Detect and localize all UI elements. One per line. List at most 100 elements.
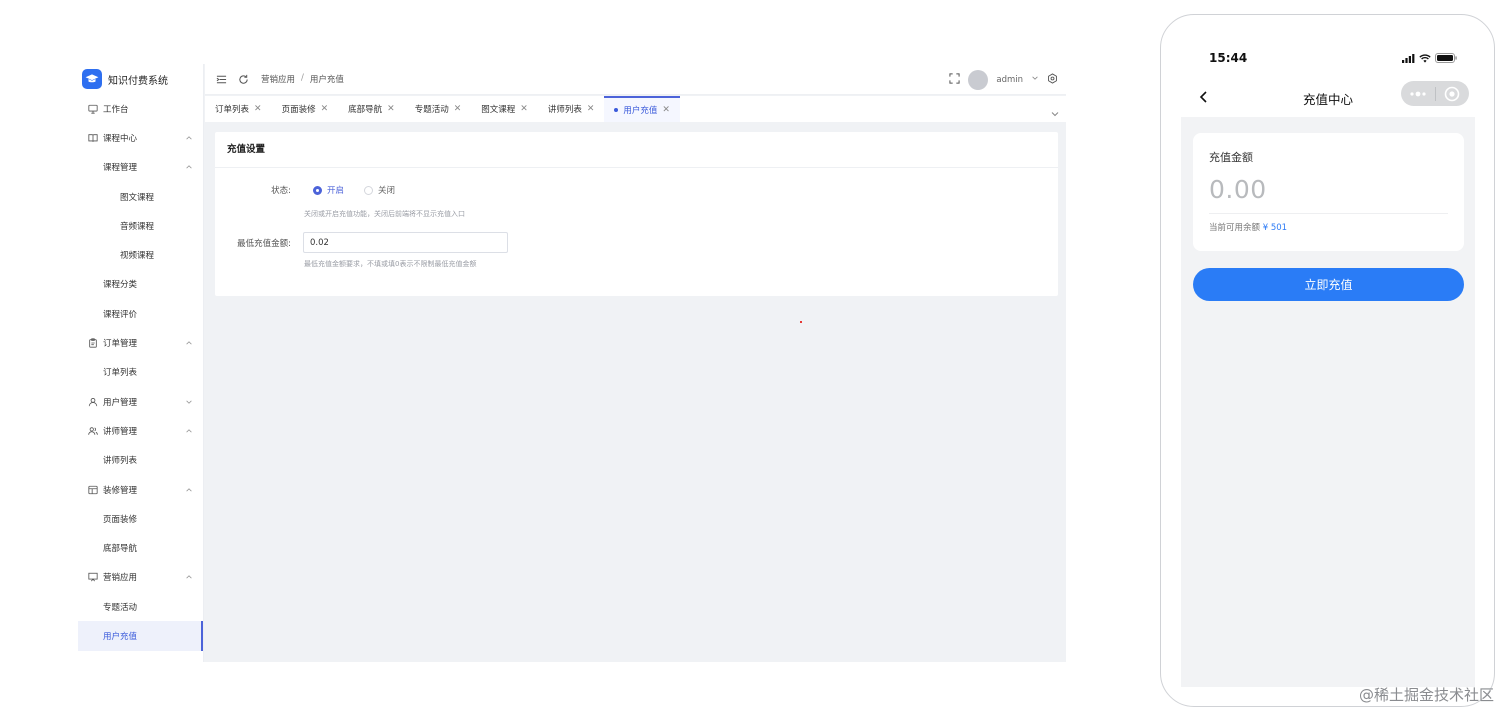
topbar: 营销应用 / 用户充值 admin: [205, 64, 1066, 95]
chevron-down-icon[interactable]: [1031, 74, 1039, 85]
more-dots-icon[interactable]: [1401, 91, 1435, 97]
chevron-up-icon: [185, 339, 193, 347]
user-icon: [88, 397, 98, 407]
sidebar-item[interactable]: 讲师列表: [78, 446, 203, 475]
status-off-radio[interactable]: 关闭: [364, 184, 395, 196]
balance-amount: ¥ 501: [1262, 223, 1288, 233]
radio-checked-icon: [313, 185, 322, 195]
balance-prefix: 当前可用余额: [1209, 223, 1261, 233]
sidebar-item[interactable]: 课程分类: [78, 270, 203, 299]
sidebar-item[interactable]: 音频课程: [78, 211, 203, 240]
battery-icon: [1435, 53, 1457, 63]
close-icon[interactable]: ✕: [321, 104, 329, 114]
brand: 知识付费系统: [78, 64, 203, 94]
tab[interactable]: 讲师列表 ✕: [538, 96, 605, 122]
tab-label: 底部导航: [348, 105, 383, 115]
sidebar-item-label: 工作台: [103, 104, 129, 115]
close-icon[interactable]: ✕: [587, 104, 595, 114]
tab[interactable]: 用户充值 ✕: [604, 96, 680, 122]
sidebar-item-label: 课程中心: [103, 133, 138, 144]
sidebar-item-label: 视频课程: [120, 251, 155, 262]
tab-label: 订单列表: [215, 105, 250, 115]
sidebar-menu: 工作台课程中心课程管理 图文课程音频课程视频课程课程分类 课程评价订单管理订单列表用…: [78, 94, 203, 651]
close-icon[interactable]: ✕: [454, 104, 462, 114]
sidebar-item[interactable]: 底部导航: [78, 533, 203, 562]
menu-fold-icon[interactable]: [215, 73, 227, 85]
status-icons: [1402, 53, 1457, 63]
sidebar-item[interactable]: 订单管理: [78, 328, 203, 357]
min-amount-row: 最低充值金额: 0.02: [215, 232, 508, 253]
amount-input[interactable]: 0.00: [1209, 175, 1267, 204]
sidebar-item[interactable]: 用户充值: [78, 621, 203, 651]
sidebar-item[interactable]: 课程中心: [78, 123, 203, 152]
sidebar-item[interactable]: 专题活动: [78, 592, 203, 621]
recharge-settings-card: 充值设置 状态: 开启 关闭 关闭或开启充值功能，关闭后前端将不显示充值入口 最…: [215, 132, 1058, 296]
sidebar-item[interactable]: 课程评价: [78, 299, 203, 328]
monitor-icon: [88, 104, 98, 114]
fullscreen-icon[interactable]: [949, 72, 960, 87]
min-amount-input[interactable]: 0.02: [303, 232, 508, 253]
status-row: 状态: 开启 关闭: [215, 184, 395, 196]
active-dot-icon: [614, 108, 619, 112]
settings-icon[interactable]: [1047, 72, 1058, 87]
sidebar-item[interactable]: 课程管理: [78, 153, 203, 182]
user-name[interactable]: admin: [996, 75, 1023, 85]
sidebar-item-label: 装修管理: [103, 485, 138, 496]
breadcrumb-item: 用户充值: [309, 75, 344, 85]
breadcrumb-item[interactable]: 营销应用: [261, 73, 295, 85]
admin-window: 知识付费系统 工作台 课程中心 课程管理 图文课程 音频课程 视频课程 课程分类 课程评价 订单…: [78, 64, 1066, 662]
sidebar-item-label: 讲师列表: [103, 456, 138, 467]
chevron-up-icon: [185, 134, 193, 142]
tab-label: 讲师列表: [547, 105, 582, 115]
sidebar-item-label: 音频课程: [120, 221, 155, 232]
chevron-up-icon: [185, 163, 193, 171]
sidebar-item[interactable]: 工作台: [78, 94, 203, 123]
cursor-dot: [800, 321, 802, 323]
phone-screen: 15:44 充值中心 充值金额 0.00 当前可用余额 ¥ 501 立即充值: [1181, 35, 1475, 687]
wifi-icon: [1419, 53, 1431, 63]
sidebar-item[interactable]: 图文课程: [78, 182, 203, 211]
sidebar-item[interactable]: 营销应用: [78, 563, 203, 592]
close-miniprogram-icon[interactable]: [1435, 86, 1469, 102]
min-amount-help: 最低充值金额要求，不填或填0表示不限制最低充值金额: [304, 260, 477, 268]
status-off-label: 关闭: [378, 186, 396, 196]
sidebar-item[interactable]: 讲师管理: [78, 416, 203, 445]
amount-label: 充值金额: [1209, 151, 1253, 164]
brand-title: 知识付费系统: [108, 75, 168, 87]
sidebar-item[interactable]: 用户管理: [78, 387, 203, 416]
close-icon[interactable]: ✕: [662, 105, 670, 115]
sidebar-item-label: 订单列表: [103, 368, 138, 379]
close-icon[interactable]: ✕: [520, 104, 528, 114]
sidebar-item-label: 订单管理: [103, 339, 138, 350]
sidebar-item-label: 底部导航: [103, 544, 138, 555]
clipboard-icon: [88, 338, 98, 348]
status-help: 关闭或开启充值功能，关闭后前端将不显示充值入口: [304, 210, 465, 218]
chevron-up-icon: [185, 573, 193, 581]
status-bar: 15:44: [1181, 35, 1475, 77]
balance-text: 当前可用余额 ¥ 501: [1209, 221, 1287, 233]
tab[interactable]: 订单列表 ✕: [205, 96, 272, 122]
sidebar-item-label: 用户充值: [103, 631, 138, 642]
tab[interactable]: 底部导航 ✕: [338, 96, 405, 122]
recharge-now-button[interactable]: 立即充值: [1193, 268, 1464, 301]
chevron-up-icon: [185, 427, 193, 435]
sidebar-item[interactable]: 页面装修: [78, 504, 203, 533]
sidebar-item[interactable]: 订单列表: [78, 358, 203, 387]
tabs-more-icon[interactable]: [1050, 104, 1060, 117]
tab[interactable]: 专题活动 ✕: [405, 96, 472, 122]
tab[interactable]: 页面装修 ✕: [272, 96, 339, 122]
tab-label: 专题活动: [414, 105, 449, 115]
sidebar-item[interactable]: 装修管理: [78, 475, 203, 504]
close-icon[interactable]: ✕: [387, 104, 395, 114]
avatar[interactable]: [968, 69, 989, 90]
tab[interactable]: 图文课程 ✕: [471, 96, 538, 122]
refresh-icon[interactable]: [237, 73, 249, 85]
close-icon[interactable]: ✕: [254, 104, 262, 114]
book-icon: [88, 133, 98, 143]
phone-navbar: 充值中心: [1181, 77, 1475, 117]
tab-label: 用户充值: [623, 106, 658, 116]
card-title: 充值设置: [215, 132, 1058, 168]
status-on-radio[interactable]: 开启: [313, 184, 344, 196]
sidebar-item[interactable]: 视频课程: [78, 240, 203, 269]
users-icon: [88, 426, 98, 436]
